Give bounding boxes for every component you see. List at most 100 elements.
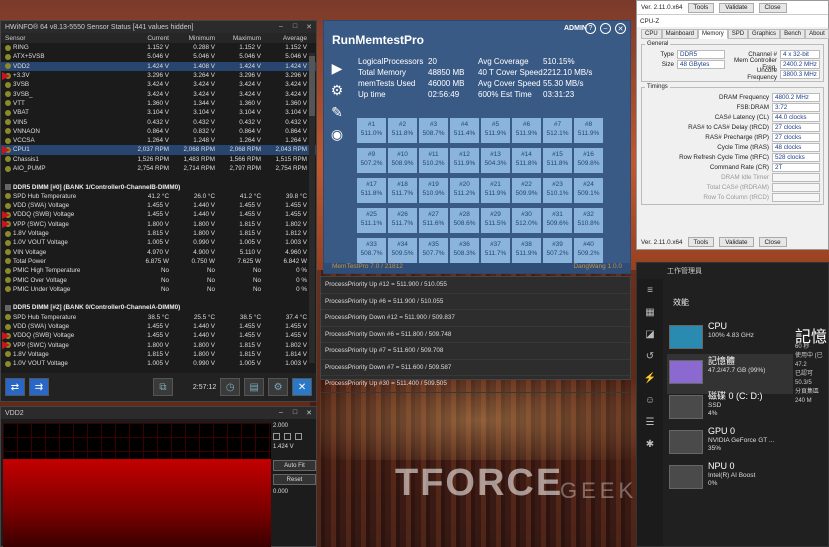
sensor-row[interactable] [1, 173, 316, 182]
sensor-row[interactable]: VIN5 0.432 V 0.432 V 0.432 V 0.432 V [1, 117, 316, 126]
tab-mainboard[interactable]: Mainboard [661, 29, 699, 39]
sensor-row[interactable]: VDD (SWA) Voltage 1.455 V 1.440 V 1.455 V 1.… [1, 201, 316, 210]
thread-coverage: 511.4% [453, 130, 476, 137]
sensor-row[interactable]: 3VSB 3.424 V 3.424 V 3.424 V 3.424 V [1, 80, 316, 89]
tools-button[interactable]: Tools [687, 237, 715, 247]
sensor-group-row[interactable]: DDR5 DIMM [#0] (BANK 1/Controller0-Chann… [1, 182, 316, 191]
camera-icon[interactable]: ◉ [328, 125, 346, 143]
minimize-button[interactable]: – [274, 409, 288, 417]
tab-graphics[interactable]: Graphics [748, 29, 781, 39]
scroll-thumb[interactable] [309, 56, 315, 116]
sensor-row[interactable]: VDDQ (SWB) Voltage 1.455 V 1.440 V 1.455 V 1… [1, 210, 316, 219]
sensor-row[interactable]: PMIC Over Voltage No No No 0 % [1, 275, 316, 284]
cpuz-back-close[interactable]: Close [758, 2, 787, 13]
sensor-row[interactable]: VPP (SWC) Voltage 1.800 V 1.800 V 1.815 V 1.… [1, 220, 316, 229]
sensor-row[interactable]: VNNAON 0.864 V 0.832 V 0.864 V 0.864 V [1, 127, 316, 136]
sensor-row[interactable]: 1.8V Voltage 1.815 V 1.800 V 1.815 V 1.812 V [1, 229, 316, 238]
cpuz-back-tools[interactable]: Tools [687, 2, 715, 13]
perf-item-0[interactable]: CPU 100% 4.83 GHz [667, 319, 793, 359]
nav-right-icon[interactable]: ⇉ [28, 378, 49, 396]
perf-item-3[interactable]: GPU 0 NVIDIA GeForce GT ... 35% [667, 424, 793, 464]
network-icon[interactable]: ⧉ [152, 378, 173, 396]
help-icon[interactable]: ? [585, 23, 596, 34]
option-checkbox-3[interactable] [295, 433, 302, 440]
sensor-row[interactable]: CPU1 2,037 RPM 2,068 RPM 2,068 RPM 2,043 RPM [1, 145, 316, 155]
perf-item-4[interactable]: NPU 0 Intel(R) AI Boost 0% [667, 459, 793, 499]
sensor-group-row[interactable]: DDR5 DIMM [#2] (BANK 0/Controller0-Chann… [1, 303, 316, 312]
col-minimum[interactable]: Minimum [171, 35, 217, 42]
close-button[interactable]: ✕ [302, 23, 316, 31]
paint-icon[interactable]: ✎ [328, 103, 346, 121]
menu-icon[interactable]: ≡ [637, 279, 663, 301]
maximize-button[interactable]: □ [288, 409, 302, 417]
settings-icon[interactable]: ⚙ [268, 378, 289, 396]
maximize-button[interactable]: □ [288, 23, 302, 31]
thread-coverage: 509.8% [577, 160, 600, 167]
validate-button[interactable]: Validate [719, 237, 754, 247]
perf-item-1[interactable]: 記憶體 47.2/47.7 GB (99%) [667, 354, 793, 394]
play-icon[interactable]: ▶ [328, 59, 346, 77]
close-button[interactable]: ✕ [302, 409, 316, 417]
reset-button[interactable]: Reset [273, 474, 316, 485]
sensor-row[interactable]: 3VSB_ 3.424 V 3.424 V 3.424 V 3.424 V [1, 89, 316, 98]
nav-left-icon[interactable]: ⇄ [5, 378, 25, 396]
sensor-row[interactable]: VTT 1.360 V 1.344 V 1.360 V 1.360 V [1, 99, 316, 108]
close-button[interactable]: Close [758, 237, 787, 247]
sensor-row[interactable]: 1.0V VOUT Voltage 1.005 V 0.990 V 1.005 V 1.… [1, 238, 316, 247]
col-current[interactable]: Current [125, 35, 171, 42]
report-icon[interactable]: ▤ [244, 378, 265, 396]
details-icon[interactable]: ☰ [637, 411, 663, 433]
sensor-row[interactable]: 1.8V Voltage 1.815 V 1.800 V 1.815 V 1.814 V [1, 350, 316, 359]
sensor-row[interactable]: VDD (SWA) Voltage 1.455 V 1.440 V 1.455 V 1.… [1, 322, 316, 331]
sensor-row[interactable]: Chassis1 1,526 RPM 1,483 RPM 1,566 RPM 1,515… [1, 155, 316, 164]
tab-spd[interactable]: SPD [727, 29, 749, 39]
sensor-icon [5, 267, 11, 274]
performance-icon[interactable]: ◪ [637, 323, 663, 345]
sensor-row[interactable]: PMIC Under Voltage No No No 0 % [1, 285, 316, 294]
cpuz-back-validate[interactable]: Validate [719, 2, 754, 13]
sensor-row[interactable]: VBAT 3.104 V 3.104 V 3.104 V 3.104 V [1, 108, 316, 117]
sensor-name-text: 1.8V Voltage [13, 230, 49, 238]
sensor-row[interactable]: VDDQ (SWB) Voltage 1.455 V 1.440 V 1.455 V 1… [1, 331, 316, 340]
sensor-row[interactable]: VIN Voltage 4.970 V 4.900 V 5.110 V 4.960 V [1, 248, 316, 257]
sensor-row[interactable]: SPD Hub Temperature 38.5 °C 25.5 °C 38.5 °C… [1, 313, 316, 322]
sensor-row[interactable]: 1.0V VOUT Voltage 1.005 V 0.990 V 1.005 V 1.… [1, 359, 316, 368]
tab-bench[interactable]: Bench [780, 29, 806, 39]
close-sensors-icon[interactable]: ✕ [292, 378, 313, 396]
sensor-row[interactable]: ATX+5VSB 5.046 V 5.046 V 5.046 V 5.046 V [1, 52, 316, 61]
services-icon[interactable]: ✱ [637, 433, 663, 455]
col-maximum[interactable]: Maximum [217, 35, 263, 42]
sensor-row[interactable]: +3.3V 3.296 V 3.264 V 3.296 V 3.296 V [1, 71, 316, 80]
sensor-row[interactable]: AIO_PUMP 2,754 RPM 2,714 RPM 2,797 RPM 2,754… [1, 164, 316, 173]
perf-item-2[interactable]: 磁碟 0 (C: D:) SSD 4% [667, 389, 793, 429]
sensor-row[interactable]: VPP (SWC) Voltage 1.800 V 1.800 V 1.815 V 1.… [1, 341, 316, 350]
minimize-button[interactable]: – [274, 23, 288, 31]
processes-icon[interactable]: ▦ [637, 301, 663, 323]
close-icon[interactable]: ✕ [615, 23, 626, 34]
history-icon[interactable]: ↺ [637, 345, 663, 367]
minimize-icon[interactable]: – [600, 23, 611, 34]
sensor-row[interactable]: RING 1.152 V 0.288 V 1.152 V 1.152 V [1, 43, 316, 52]
sensor-icon [5, 249, 11, 256]
autofit-button[interactable]: Auto Fit [273, 460, 316, 471]
startup-icon[interactable]: ⚡ [637, 367, 663, 389]
sensor-row[interactable]: PMIC High Temperature No No No 0 % [1, 266, 316, 275]
sensor-row[interactable] [1, 294, 316, 303]
option-checkbox-1[interactable] [273, 433, 280, 440]
sensor-row[interactable]: VCCSA 1.264 V 1.248 V 1.264 V 1.264 V [1, 136, 316, 145]
option-checkbox-2[interactable] [284, 433, 291, 440]
tab-cpu[interactable]: CPU [641, 29, 662, 39]
clock-icon[interactable]: ◷ [220, 378, 241, 396]
hwinfo-title: HWiNFO® 64 v8.13-5550 Sensor Status [441… [5, 23, 194, 31]
sensor-row[interactable]: SPD Hub Temperature 41.2 °C 26.0 °C 41.2 °C… [1, 192, 316, 201]
scrollbar[interactable] [309, 53, 315, 363]
sensor-row[interactable]: VDD2 1.424 V 1.408 V 1.424 V 1.424 V [1, 61, 316, 71]
gear-icon[interactable]: ⚙ [328, 81, 346, 99]
col-average[interactable]: Average [263, 35, 309, 42]
uncore-key: Uncore Frequency [747, 67, 777, 81]
col-sensor[interactable]: Sensor [5, 35, 125, 42]
sensor-row[interactable]: Total Power 6.875 W 0.750 W 7.625 W 6.842 W [1, 257, 316, 266]
users-icon[interactable]: ☺ [637, 389, 663, 411]
tab-about[interactable]: About [805, 29, 829, 39]
tab-memory[interactable]: Memory [698, 29, 728, 39]
